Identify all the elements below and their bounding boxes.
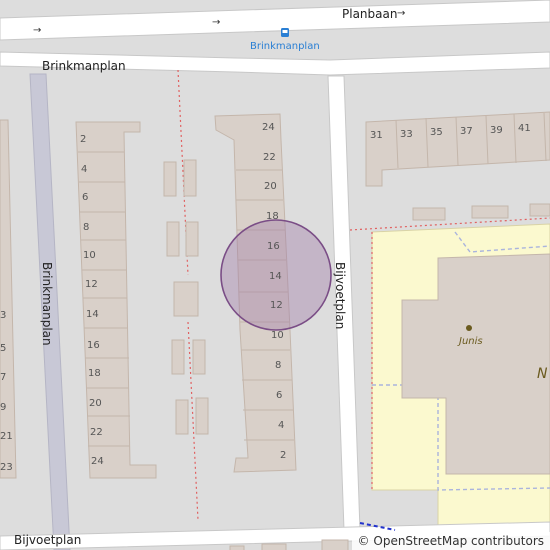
poi-dot-icon [466,325,472,331]
house-number: 39 [490,125,503,136]
house-number: 12 [85,279,98,290]
map-canvas: → → → Planbaan Brinkmanplan Brinkmanplan… [0,0,550,550]
house-number: 6 [276,390,282,401]
house-number: 22 [263,152,276,163]
street-label-brinkmanplan: Brinkmanplan [42,59,126,73]
map-view[interactable]: → → → Planbaan Brinkmanplan Brinkmanplan… [0,0,550,550]
bus-stop-label: Brinkmanplan [250,41,320,52]
house-number: 3 [0,310,6,321]
house-number: 16 [87,340,100,351]
house-number: 14 [269,271,282,282]
house-number: 20 [264,181,277,192]
house-number: 6 [82,192,88,203]
house-number: 21 [0,431,13,442]
bus-stop-icon[interactable] [281,28,289,37]
oneway-arrow: → [212,17,220,28]
house-number: 24 [262,122,275,133]
house-number: 2 [280,450,286,461]
street-label-brinkmanplan-vertical: Brinkmanplan [40,262,54,346]
house-number: 18 [88,368,101,379]
house-number: 14 [86,309,99,320]
house-number: 35 [430,127,443,138]
poi-label-partial: N [537,366,548,382]
house-number: 22 [90,427,103,438]
house-number: 41 [518,123,531,134]
house-number: 2 [80,134,86,145]
house-number: 20 [89,398,102,409]
house-number: 12 [270,300,283,311]
attribution-link[interactable]: OpenStreetMap contributors [373,534,544,548]
oneway-arrow: → [33,25,41,36]
house-number: 7 [0,372,6,383]
house-number: 10 [83,250,96,261]
street-label-planbaan: Planbaan [342,7,397,21]
house-number: 10 [271,330,284,341]
oneway-arrow: → [397,8,405,19]
house-number: 18 [266,211,279,222]
street-label-bijvoetplan: Bijvoetplan [14,533,81,547]
copyright-symbol: © [357,534,370,548]
house-number: 4 [278,420,284,431]
house-number: 23 [0,462,13,473]
house-number: 16 [267,241,280,252]
map-attribution: © OpenStreetMap contributors [351,532,550,550]
house-number: 5 [0,343,6,354]
poi-label-junis: Junis [457,336,483,347]
house-number: 8 [275,360,281,371]
house-number: 4 [81,164,87,175]
house-number: 33 [400,129,413,140]
house-number: 37 [460,126,473,137]
house-number: 9 [0,402,6,413]
house-number: 24 [91,456,104,467]
house-number: 8 [83,222,89,233]
house-number: 31 [370,130,383,141]
street-label-bijvoetplan-vertical: Bijvoetplan [333,262,347,329]
